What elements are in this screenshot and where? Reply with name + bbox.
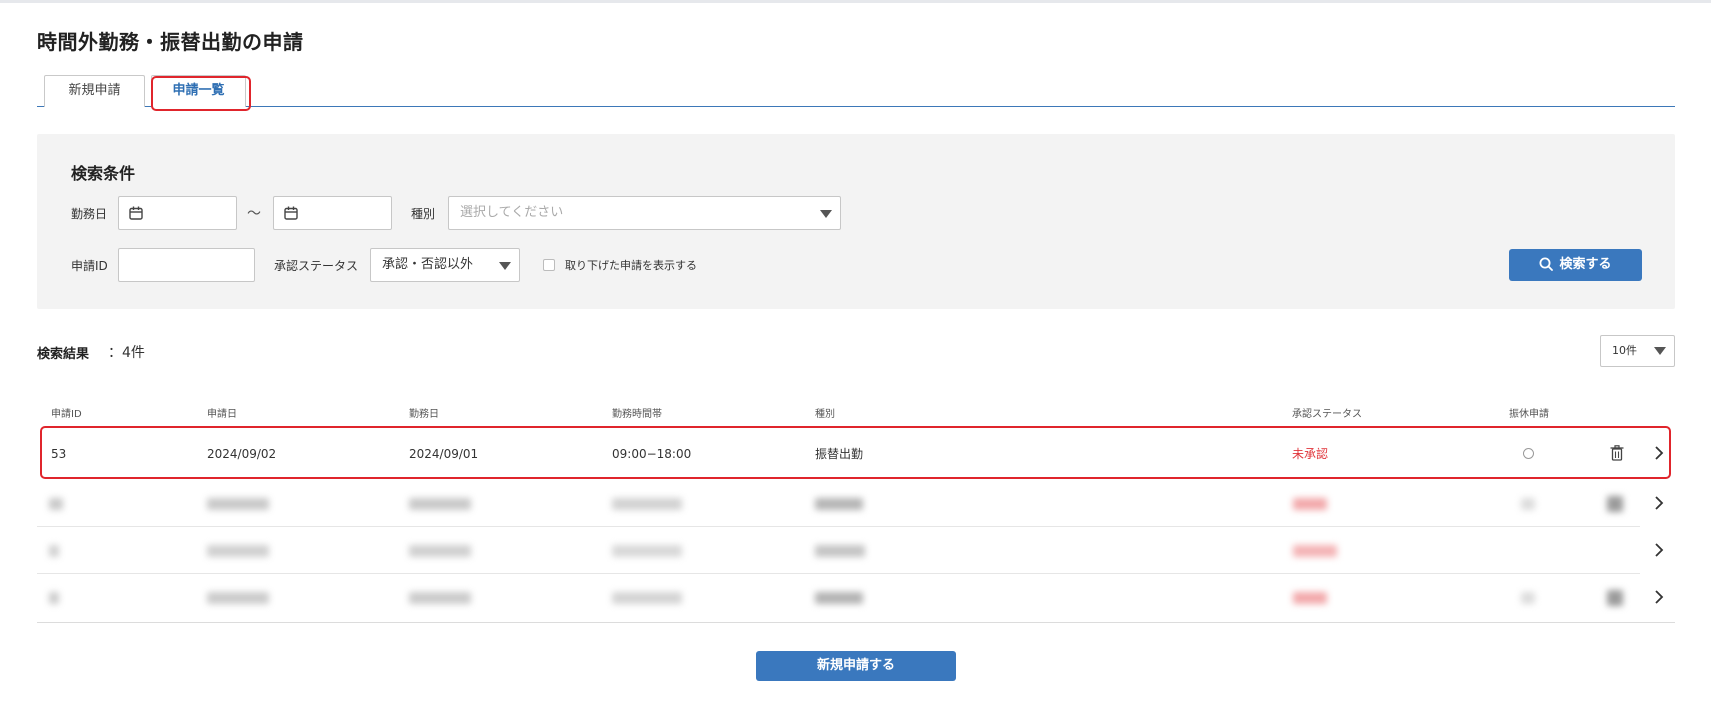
approval-status-label: 承認ステータス bbox=[274, 259, 359, 273]
column-header-substitute-leave: 振休申請 bbox=[1509, 409, 1549, 420]
chevron-down-icon bbox=[1654, 347, 1666, 355]
approval-status-value: 承認・否認以外 bbox=[382, 257, 474, 272]
blurred-row-content bbox=[37, 575, 1637, 621]
row-approval-status: 未承認 bbox=[1292, 447, 1329, 461]
show-withdrawn-checkbox[interactable] bbox=[543, 259, 555, 271]
table-row[interactable] bbox=[37, 481, 1664, 527]
row-work-date: 2024/09/01 bbox=[409, 447, 479, 461]
row-work-hours: 09:00−18:00 bbox=[612, 447, 692, 461]
row-applied-date: 2024/09/02 bbox=[207, 447, 277, 461]
blurred-row-content bbox=[37, 481, 1637, 527]
search-heading: 検索条件 bbox=[71, 164, 136, 183]
type-select[interactable]: 選択してください bbox=[448, 196, 841, 230]
calendar-icon bbox=[284, 206, 298, 220]
type-select-placeholder: 選択してください bbox=[460, 205, 564, 220]
per-page-value: 10件 bbox=[1612, 344, 1637, 357]
search-button-label: 検索する bbox=[1559, 257, 1612, 272]
chevron-right-icon[interactable] bbox=[1654, 543, 1664, 557]
approval-status-select[interactable]: 承認・否認以外 bbox=[370, 248, 520, 282]
type-label: 種別 bbox=[411, 207, 436, 221]
calendar-icon bbox=[129, 206, 143, 220]
search-icon bbox=[1539, 257, 1554, 271]
request-id-input[interactable] bbox=[118, 248, 255, 282]
results-label: 検索結果 bbox=[37, 347, 90, 362]
work-date-from-input[interactable] bbox=[118, 196, 237, 230]
chevron-right-icon[interactable] bbox=[1654, 496, 1664, 510]
request-id-label: 申請ID bbox=[71, 259, 108, 273]
top-border bbox=[0, 0, 1711, 3]
substitute-leave-circle-icon bbox=[1523, 448, 1534, 459]
chevron-down-icon bbox=[820, 210, 832, 218]
tab-bar: 新規申請 申請一覧 bbox=[37, 75, 1675, 107]
table-row[interactable] bbox=[37, 528, 1664, 574]
column-header-type: 種別 bbox=[815, 409, 835, 420]
search-button[interactable]: 検索する bbox=[1509, 249, 1642, 281]
tab-new-request[interactable]: 新規申請 bbox=[44, 75, 145, 107]
per-page-select[interactable]: 10件 bbox=[1600, 335, 1675, 367]
column-header-status: 承認ステータス bbox=[1292, 409, 1362, 420]
table-row[interactable] bbox=[37, 575, 1664, 621]
results-count: ：4件 bbox=[108, 345, 145, 361]
work-date-to-input[interactable] bbox=[273, 196, 392, 230]
search-panel: 検索条件 勤務日 ～ 種別 選択してください 申請ID 承認ステータス 承認・否… bbox=[37, 134, 1675, 309]
chevron-down-icon bbox=[499, 262, 511, 270]
range-separator: ～ bbox=[247, 206, 261, 222]
blurred-row-content bbox=[37, 528, 1637, 574]
new-request-button[interactable]: 新規申請する bbox=[756, 651, 956, 681]
show-withdrawn-label: 取り下げた申請を表示する bbox=[565, 259, 697, 272]
work-date-label: 勤務日 bbox=[71, 207, 108, 221]
tab-request-list[interactable]: 申請一覧 bbox=[151, 75, 246, 107]
row-request-id: 53 bbox=[51, 447, 67, 461]
column-header-id: 申請ID bbox=[51, 409, 82, 420]
row-type: 振替出勤 bbox=[815, 447, 864, 461]
page-title: 時間外勤務・振替出勤の申請 bbox=[37, 30, 304, 54]
chevron-right-icon[interactable] bbox=[1654, 590, 1664, 604]
column-header-hours: 勤務時間帯 bbox=[612, 409, 662, 420]
column-header-applied: 申請日 bbox=[207, 409, 237, 420]
table-divider bbox=[37, 622, 1675, 623]
table-row[interactable]: 53 2024/09/02 2024/09/01 09:00−18:00 振替出… bbox=[37, 431, 1664, 477]
chevron-right-icon[interactable] bbox=[1654, 446, 1664, 460]
column-header-work-date: 勤務日 bbox=[409, 409, 439, 420]
trash-icon[interactable] bbox=[1610, 445, 1624, 461]
